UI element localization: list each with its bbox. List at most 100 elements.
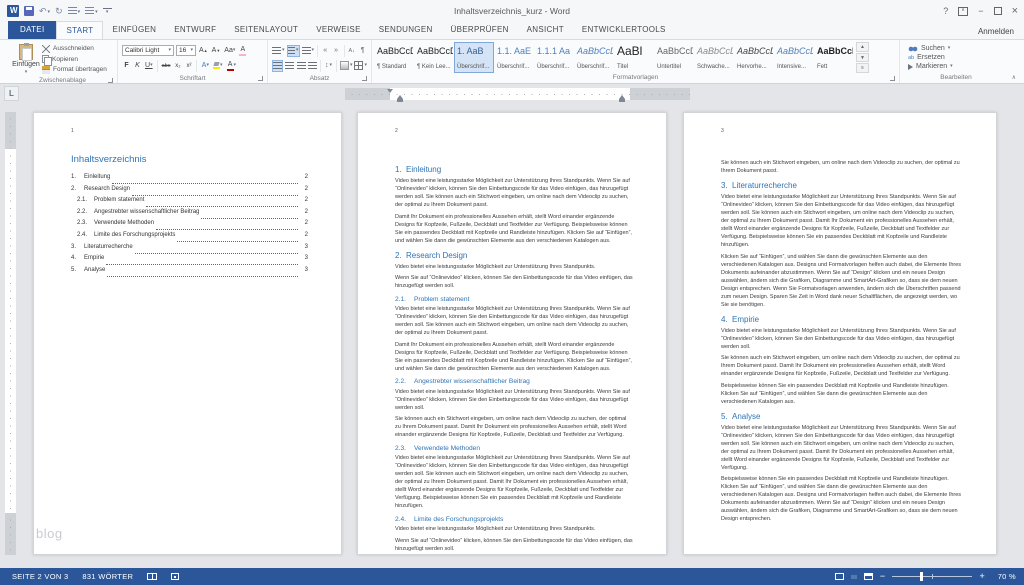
collapse-ribbon-button[interactable]: ∧ <box>1012 74 1016 81</box>
toc-entry[interactable]: 1. Einleitung 2 <box>71 174 308 186</box>
toc-entry[interactable]: 2.2. Angestrebter wissenschaftlicher Bei… <box>71 209 308 221</box>
shading-button[interactable] <box>340 60 353 72</box>
text-highlight-button[interactable] <box>212 60 224 72</box>
style-gallery-item[interactable]: AaBbCcDc Fett <box>814 42 854 73</box>
toc-entry[interactable]: 2.4. Limite des Forschungsprojekts 2 <box>71 232 308 244</box>
italic-button[interactable]: K <box>133 60 142 72</box>
clear-formatting-button[interactable]: A <box>238 45 247 57</box>
document-text-block[interactable]: 2.2.Angestrebter wissenschaftlicher Beit… <box>395 378 633 385</box>
align-left-button[interactable] <box>272 60 283 72</box>
qat-custom-button-2[interactable] <box>85 6 98 16</box>
left-indent-marker[interactable] <box>397 95 403 99</box>
sort-button[interactable]: A↓ <box>347 45 356 57</box>
web-layout-button[interactable] <box>864 573 873 580</box>
word-logo-icon[interactable] <box>7 5 19 17</box>
ribbon-tab[interactable]: ENTWICKLERTOOLS <box>573 21 675 39</box>
redo-button[interactable]: ↻ <box>55 6 63 17</box>
page-indicator[interactable]: SEITE 2 VON 3 <box>12 572 68 581</box>
justify-button[interactable] <box>308 60 317 72</box>
zoom-in-button[interactable]: + <box>979 572 985 581</box>
zoom-out-button[interactable]: − <box>880 572 886 581</box>
minimize-button[interactable]: − <box>978 6 983 16</box>
document-text-block[interactable]: Video bietet eine leistungsstarke Möglic… <box>721 327 963 351</box>
multilevel-list-button[interactable] <box>302 45 315 57</box>
decrease-indent-button[interactable]: « <box>321 45 330 57</box>
vertical-ruler[interactable] <box>5 112 16 555</box>
first-line-indent-marker[interactable] <box>387 89 393 93</box>
horizontal-ruler[interactable] <box>345 88 690 100</box>
maximize-button[interactable] <box>994 7 1002 15</box>
document-text-block[interactable]: Wenn Sie auf “Onlinevideo” klicken, könn… <box>395 274 633 290</box>
style-gallery-item[interactable]: AaBl Titel <box>614 42 654 73</box>
zoom-slider-handle[interactable] <box>920 572 923 581</box>
ribbon-tab[interactable]: START <box>56 21 103 39</box>
document-text-block[interactable]: 3.Literaturrecherche <box>721 181 963 190</box>
dialog-launcher-icon[interactable] <box>258 76 263 81</box>
toc-entry[interactable]: 2.1. Problem statement 2 <box>71 197 308 209</box>
font-size-select[interactable]: 16 <box>176 45 196 56</box>
show-paragraph-marks-button[interactable]: ¶ <box>358 45 367 57</box>
align-center-button[interactable] <box>285 60 294 72</box>
qat-customize-button[interactable]: ▾ <box>103 8 112 15</box>
document-text-block[interactable]: Damit Ihr Dokument ein professionelles A… <box>395 213 633 245</box>
style-gallery-item[interactable]: AaBbCcDc Überschrif... <box>574 42 614 73</box>
style-gallery-item[interactable]: 1.1. AaE Überschrif... <box>494 42 534 73</box>
document-text-block[interactable]: Video bietet eine leistungsstarke Möglic… <box>721 424 963 472</box>
toc-entry[interactable]: 2.3. Verwendete Methoden 2 <box>71 220 308 232</box>
document-text-block[interactable]: 2.Research Design <box>395 251 633 260</box>
ribbon-tab[interactable]: SENDUNGEN <box>370 21 442 39</box>
document-text-block[interactable]: Video bietet eine leistungsstarke Möglic… <box>395 388 633 412</box>
document-text-block[interactable]: 4.Empirie <box>721 315 963 324</box>
dialog-launcher-icon[interactable] <box>890 76 895 81</box>
select-button[interactable]: Markieren <box>908 62 1010 71</box>
shrink-font-button[interactable]: A▼ <box>211 45 222 57</box>
ribbon-tab[interactable]: ÜBERPRÜFEN <box>442 21 518 39</box>
gallery-scroll-up-button[interactable]: ▲ <box>856 42 869 52</box>
document-text-block[interactable]: Video bietet eine leistungsstarke Möglic… <box>395 454 633 510</box>
replace-button[interactable]: abErsetzen <box>908 53 1010 62</box>
borders-button[interactable] <box>354 60 367 72</box>
print-layout-button[interactable] <box>851 575 857 579</box>
numbering-button[interactable] <box>287 45 300 57</box>
toc-entry[interactable]: 3. Literaturrecherche 3 <box>71 244 308 256</box>
strikethrough-button[interactable]: abc <box>161 60 172 72</box>
undo-button[interactable]: ↶ <box>39 6 50 17</box>
right-indent-marker[interactable] <box>619 95 625 99</box>
tab-stop-selector[interactable]: L <box>4 86 19 101</box>
superscript-button[interactable]: x² <box>184 60 193 72</box>
font-color-button[interactable]: A <box>226 60 238 72</box>
qat-custom-button-1[interactable] <box>68 6 81 16</box>
toc-entry[interactable]: 2. Research Design 2 <box>71 186 308 198</box>
ribbon-tab[interactable]: DATEI <box>8 21 56 39</box>
style-gallery-item[interactable]: 1. AaB Überschrif... <box>454 42 494 73</box>
toc-entry[interactable]: 5. Analyse 3 <box>71 267 308 279</box>
find-button[interactable]: Suchen <box>908 44 1010 53</box>
document-text-block[interactable]: Video bietet eine leistungsstarke Möglic… <box>721 193 963 249</box>
document-text-block[interactable]: 2.3.Verwendete Methoden <box>395 445 633 452</box>
gallery-more-button[interactable]: ≡ <box>856 63 869 73</box>
ribbon-tab[interactable]: SEITENLAYOUT <box>225 21 307 39</box>
cut-button[interactable]: Ausschneiden <box>42 44 107 53</box>
gallery-scroll-down-button[interactable]: ▼ <box>856 53 869 63</box>
document-text-block[interactable]: 1.Einleitung <box>395 165 633 174</box>
style-gallery-item[interactable]: AaBbCcDt Schwache... <box>694 42 734 73</box>
line-spacing-button[interactable]: ↕ <box>324 60 333 72</box>
copy-button[interactable]: Kopieren <box>42 55 107 64</box>
style-gallery-item[interactable]: AaBbCcDc ¶ Standard <box>374 42 414 73</box>
sign-in-link[interactable]: Anmelden <box>978 27 1014 36</box>
document-text-block[interactable]: Sie können auch ein Stichwort eingeben, … <box>721 354 963 378</box>
document-text-block[interactable]: Sie können auch ein Stichwort eingeben, … <box>395 415 633 439</box>
text-effects-button[interactable]: A <box>200 60 210 72</box>
zoom-level[interactable]: 70 % <box>992 572 1016 581</box>
ribbon-tab[interactable]: ANSICHT <box>518 21 573 39</box>
grow-font-button[interactable]: A▲ <box>198 45 209 57</box>
read-mode-button[interactable] <box>835 573 844 580</box>
document-text-block[interactable]: Klicken Sie auf “Einfügen”, und wählen S… <box>721 253 963 309</box>
document-text-block[interactable]: Beispielsweise können Sie ein passendes … <box>721 382 963 406</box>
save-button[interactable] <box>24 6 34 16</box>
macro-icon[interactable] <box>171 573 179 580</box>
change-case-button[interactable]: Aa <box>223 45 236 57</box>
document-text-block[interactable]: Video bietet eine leistungsstarke Möglic… <box>395 305 633 337</box>
style-gallery-item[interactable]: AaBbCcDt Intensive... <box>774 42 814 73</box>
subscript-button[interactable]: x₂ <box>173 60 182 72</box>
